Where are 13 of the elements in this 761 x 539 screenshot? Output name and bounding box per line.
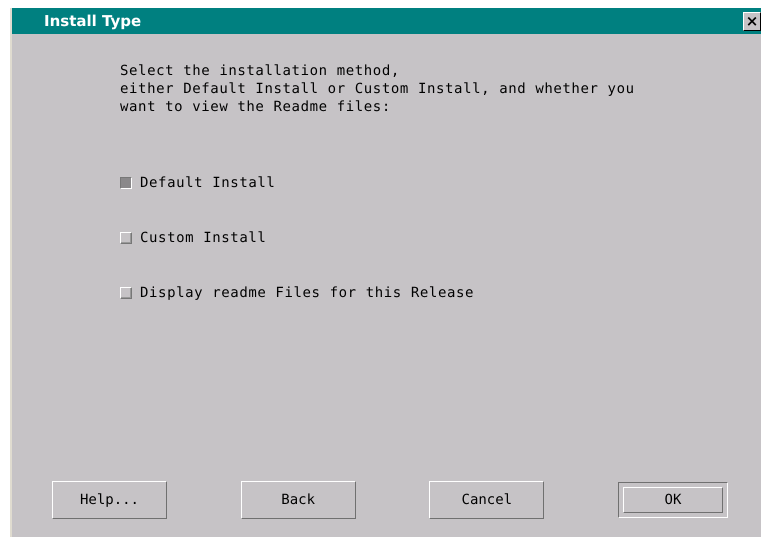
option-label[interactable]: Default Install — [140, 172, 276, 194]
option-label[interactable]: Custom Install — [140, 227, 266, 249]
instruction-text: either Default Install or Custom Install, and whether you — [120, 80, 636, 98]
close-button[interactable]: × — [743, 12, 761, 30]
dialog-button[interactable]: OK — [622, 487, 723, 513]
instruction-text: want to view the Readme files: — [120, 98, 392, 116]
dialog-button[interactable]: Back — [240, 481, 356, 519]
window-title: Install Type — [44, 12, 142, 30]
option-label[interactable]: Display readme Files for this Release — [140, 282, 474, 304]
instruction-text: Select the installation method, — [120, 62, 401, 80]
toggle-checkbox[interactable] — [120, 177, 132, 189]
dialog-button[interactable]: Cancel — [429, 481, 544, 519]
dialog-button[interactable]: Help... — [52, 481, 167, 519]
